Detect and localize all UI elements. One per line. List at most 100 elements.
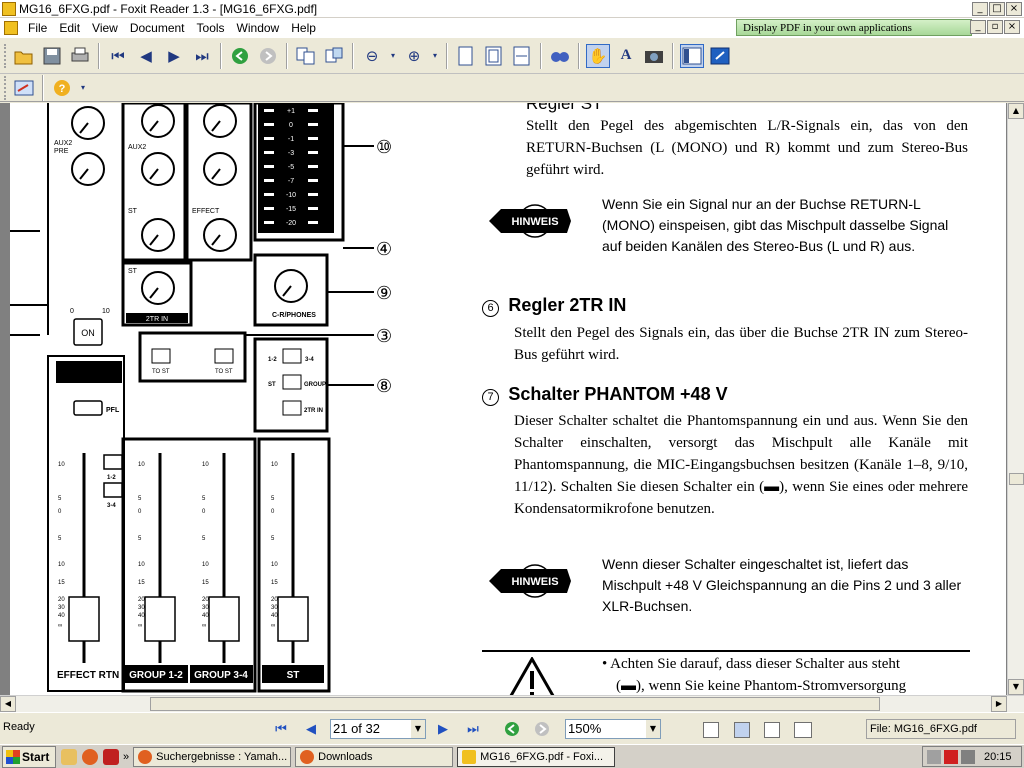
svg-text:10: 10 — [138, 562, 145, 568]
scroll-right-arrow-icon[interactable]: ▶ — [991, 696, 1007, 712]
last-page-nav-icon[interactable]: ⏭ — [464, 721, 482, 739]
minimize-button[interactable]: _ — [972, 1, 988, 16]
document-icon[interactable] — [4, 21, 18, 35]
copy-icon[interactable] — [294, 44, 318, 68]
warning-triangle-icon — [509, 657, 555, 695]
label-st-bottom: ST — [287, 670, 300, 681]
fullscreen-icon[interactable] — [708, 44, 732, 68]
zoom-out-icon[interactable]: ⊖ — [360, 44, 384, 68]
maximize-button[interactable]: □ — [989, 1, 1005, 16]
zoom-out-dropdown-icon[interactable]: ▾ — [388, 44, 398, 68]
first-page-icon[interactable]: ⏮ — [106, 44, 130, 68]
menu-tools[interactable]: Tools — [191, 21, 231, 35]
open-icon[interactable] — [12, 44, 36, 68]
annotation-icon[interactable] — [12, 76, 36, 100]
svg-text:10: 10 — [202, 462, 209, 468]
back-nav-icon[interactable] — [503, 721, 521, 739]
label-2tr-in: 2TR IN — [146, 316, 168, 323]
callout-9: ⑨ — [376, 283, 392, 304]
vertical-scrollbar[interactable]: ▲ ▼ — [1007, 103, 1024, 695]
fit-page-icon[interactable] — [482, 44, 506, 68]
scroll-down-arrow-icon[interactable]: ▼ — [1008, 679, 1024, 695]
task-search-results[interactable]: Suchergebnisse : Yamah... — [133, 746, 292, 767]
previous-page-icon[interactable]: ◀ — [134, 44, 158, 68]
task-label: Suchergebnisse : Yamah... — [156, 750, 288, 763]
taskbar: Start » Suchergebnisse : Yamah... Downlo… — [0, 744, 1024, 768]
horizontal-scrollbar[interactable]: ◀ ▶ — [0, 695, 1024, 712]
title-bar: MG16_6FXG.pdf - Foxit Reader 1.3 - [MG16… — [0, 0, 1024, 18]
find-icon[interactable] — [548, 44, 572, 68]
foxit-app-icon[interactable] — [2, 1, 16, 16]
menu-window[interactable]: Window — [231, 21, 286, 35]
save-icon[interactable] — [40, 44, 64, 68]
hand-tool-icon[interactable]: ✋ — [586, 43, 610, 68]
start-button[interactable]: Start — [2, 745, 56, 768]
folder-quicklaunch-icon[interactable] — [61, 748, 77, 765]
menu-help[interactable]: Help — [285, 21, 322, 35]
clock[interactable]: 20:15 — [984, 751, 1012, 763]
menu-document[interactable]: Document — [124, 21, 191, 35]
task-foxit-reader[interactable]: MG16_6FXG.pdf - Foxi... — [457, 746, 616, 767]
firefox-quicklaunch-icon[interactable] — [82, 748, 98, 765]
back-icon[interactable] — [228, 44, 252, 68]
single-page-view-icon[interactable] — [703, 722, 719, 738]
help-dropdown-icon[interactable]: ▾ — [78, 76, 88, 100]
page-number-input[interactable]: 21 of 32 ▼ — [330, 719, 426, 739]
snapshot-icon[interactable] — [642, 44, 666, 68]
menu-edit[interactable]: Edit — [53, 21, 86, 35]
quicklaunch-chevron[interactable]: » — [123, 751, 129, 763]
close-button[interactable]: × — [1006, 1, 1022, 16]
document-view[interactable]: +1 0 -1 -3 -5 -7 -10 -15 -20 AUX2 PRE AU… — [0, 103, 1024, 695]
svg-text:10: 10 — [58, 462, 65, 468]
ad-banner[interactable]: Display PDF in your own applications — [736, 19, 972, 36]
zoom-level-input[interactable]: 150% ▼ — [565, 719, 661, 739]
svg-text:10: 10 — [202, 562, 209, 568]
help-icon[interactable]: ? — [50, 76, 74, 100]
svg-text:40: 40 — [58, 613, 65, 619]
page-dropdown-icon[interactable]: ▼ — [411, 720, 425, 738]
scroll-left-arrow-icon[interactable]: ◀ — [0, 696, 16, 712]
bookmarks-panel-icon[interactable] — [680, 43, 704, 68]
continuous-view-icon[interactable] — [734, 722, 750, 738]
horizontal-scroll-thumb[interactable] — [150, 697, 880, 711]
network-icon[interactable] — [927, 749, 941, 764]
svg-text:∞: ∞ — [271, 623, 275, 629]
previous-page-nav-icon[interactable]: ◀ — [302, 721, 320, 739]
next-page-nav-icon[interactable]: ▶ — [434, 721, 452, 739]
toolbar-grip[interactable] — [4, 75, 8, 100]
next-page-icon[interactable]: ▶ — [162, 44, 186, 68]
forward-icon[interactable] — [256, 44, 280, 68]
note-return-l: Wenn Sie ein Signal nur an der Buchse RE… — [602, 196, 949, 254]
pdf-page[interactable]: +1 0 -1 -3 -5 -7 -10 -15 -20 AUX2 PRE AU… — [10, 103, 1006, 695]
last-page-icon[interactable]: ⏭ — [190, 44, 214, 68]
task-downloads[interactable]: Downloads — [295, 746, 454, 767]
fit-width-icon[interactable] — [510, 44, 534, 68]
select-text-icon[interactable]: A — [614, 44, 638, 68]
doc-minimize-button[interactable]: _ — [970, 20, 986, 34]
antivirus-icon[interactable] — [944, 749, 958, 764]
actual-size-icon[interactable] — [454, 44, 478, 68]
zoom-dropdown-icon[interactable]: ▼ — [646, 720, 660, 738]
menu-file[interactable]: File — [22, 21, 53, 35]
zoom-in-dropdown-icon[interactable]: ▾ — [430, 44, 440, 68]
svg-text:40: 40 — [138, 613, 145, 619]
doc-close-button[interactable]: × — [1004, 20, 1020, 34]
zoom-in-icon[interactable]: ⊕ — [402, 44, 426, 68]
print-icon[interactable] — [68, 44, 92, 68]
forward-nav-icon[interactable] — [533, 721, 551, 739]
first-page-nav-icon[interactable]: ⏮ — [272, 721, 290, 739]
label-to-st-2: TO ST — [215, 369, 233, 375]
media-quicklaunch-icon[interactable] — [103, 748, 119, 765]
volume-icon[interactable] — [961, 749, 975, 764]
doc-restore-button[interactable]: ▫ — [987, 20, 1003, 34]
continuous-facing-view-icon[interactable] — [794, 722, 812, 738]
svg-text:15: 15 — [202, 580, 209, 586]
menu-view[interactable]: View — [86, 21, 124, 35]
facing-view-icon[interactable] — [764, 722, 780, 738]
vertical-scroll-thumb[interactable] — [1009, 473, 1024, 485]
toolbar-grip[interactable] — [4, 43, 8, 68]
paste-icon[interactable] — [322, 44, 346, 68]
svg-text:40: 40 — [271, 613, 278, 619]
svg-text:0: 0 — [138, 509, 142, 515]
scroll-up-arrow-icon[interactable]: ▲ — [1008, 103, 1024, 119]
